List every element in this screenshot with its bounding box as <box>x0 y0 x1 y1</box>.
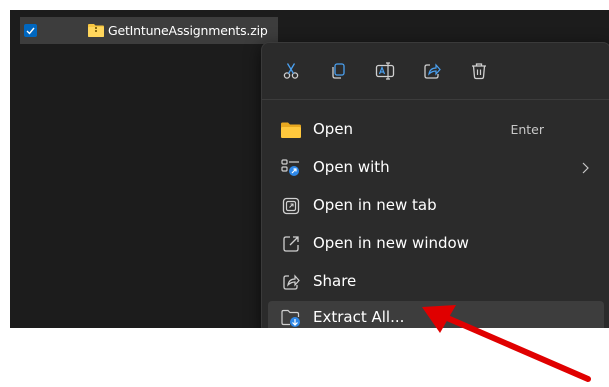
file-checkbox[interactable] <box>24 24 37 37</box>
menu-item-label: Extract All... <box>313 308 405 326</box>
menu-item-label: Open with <box>313 158 390 176</box>
scissors-icon <box>283 63 299 79</box>
annotation-arrow <box>422 305 591 382</box>
share-button[interactable] <box>418 57 446 85</box>
rename-button[interactable] <box>371 57 399 85</box>
context-menu: Open Enter Open with Open in new tab Ope… <box>261 42 609 328</box>
menu-item-open-with[interactable]: Open with <box>268 151 604 185</box>
menu-item-open-in-new-tab[interactable]: Open in new tab <box>268 189 604 223</box>
menu-item-share[interactable]: Share <box>268 265 604 299</box>
menu-item-label: Open in new tab <box>313 196 437 214</box>
folder-icon <box>281 121 301 139</box>
menu-item-label: Open in new window <box>313 234 469 252</box>
trash-icon <box>472 63 486 80</box>
file-name: GetIntuneAssignments.zip <box>108 23 268 38</box>
new-window-icon <box>281 235 301 253</box>
menu-item-open-in-new-window[interactable]: Open in new window <box>268 227 604 261</box>
file-row[interactable]: GetIntuneAssignments.zip <box>20 17 278 44</box>
menu-item-open[interactable]: Open Enter <box>268 113 604 147</box>
open-with-icon <box>281 159 301 177</box>
share-icon <box>424 63 441 79</box>
cut-button[interactable] <box>277 57 305 85</box>
context-menu-toolbar <box>262 43 609 100</box>
file-explorer-pane: GetIntuneAssignments.zip Open Enter Open… <box>10 10 609 328</box>
checkmark-icon <box>26 27 35 35</box>
zip-folder-icon <box>88 24 104 37</box>
menu-item-label: Share <box>313 272 357 290</box>
chevron-right-icon <box>582 162 589 174</box>
new-tab-icon <box>281 197 301 215</box>
shortcut-label: Enter <box>510 122 544 137</box>
copy-button[interactable] <box>324 57 352 85</box>
menu-item-label: Open <box>313 120 354 138</box>
rename-icon <box>375 62 395 80</box>
delete-button[interactable] <box>465 57 493 85</box>
copy-icon <box>332 63 345 79</box>
extract-icon <box>281 309 301 327</box>
share-icon <box>281 273 301 291</box>
